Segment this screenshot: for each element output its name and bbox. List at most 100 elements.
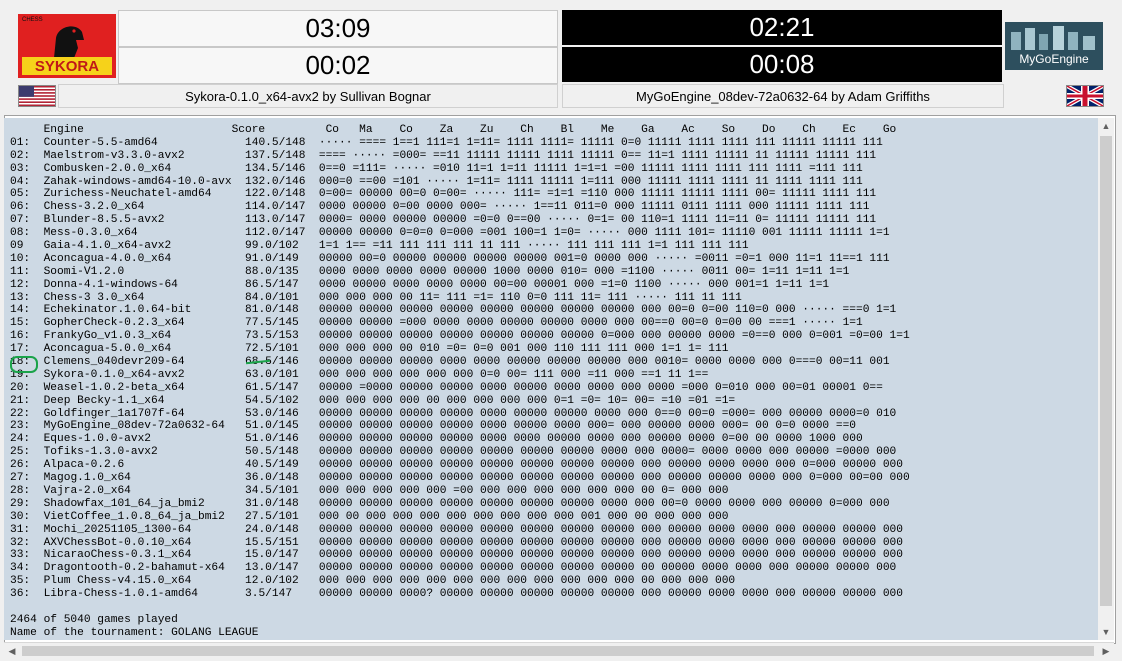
row-rank: 26: xyxy=(10,459,31,472)
row-results: 000 000 000 00 010 =0= 0=0 001 000 110 1… xyxy=(318,343,729,356)
table-row: 24: Eques-1.0.0-avx2 51.0/146 00000 0000… xyxy=(10,433,910,446)
crosstable-panel[interactable]: Engine Score Co Ma Co Za Zu Ch Bl Me Ga … xyxy=(4,118,1098,640)
table-row: 13: Chess-3 3.0_x64 84.0/101 000 000 000… xyxy=(10,292,910,305)
row-rank: 22: xyxy=(10,407,31,420)
table-row: 14: Echekinator.1.0.64-bit 81.0/148 0000… xyxy=(10,304,910,317)
sykora-logo-subtext: CHESS xyxy=(22,17,43,23)
row-score: 77.5/145 xyxy=(245,317,299,330)
horizontal-scroll-thumb[interactable] xyxy=(22,646,1094,656)
table-row: 01: Counter-5.5-amd64 140.5/148 ····· ==… xyxy=(10,137,910,150)
horizontal-scrollbar[interactable]: ◀ ▶ xyxy=(4,642,1114,659)
row-engine-name: Zurichess-Neuchatel-amd64 xyxy=(43,188,212,201)
row-engine-name: Eques-1.0.0-avx2 xyxy=(43,433,152,446)
row-score: 15.0/147 xyxy=(245,549,299,562)
row-results: 00000 00000 =000 0000 0000 00000 00000 0… xyxy=(318,317,863,330)
row-engine-name: Tofiks-1.3.0-avx2 xyxy=(43,446,158,459)
table-row: 31: Mochi_20251105_1300-64 24.0/148 0000… xyxy=(10,524,910,537)
row-rank: 23: xyxy=(10,420,31,433)
table-row: 34: Dragontooth-0.2-bahamut-x64 13.0/147… xyxy=(10,562,910,575)
vertical-scroll-thumb[interactable] xyxy=(1100,136,1112,606)
table-row: 11: Soomi-V1.2.0 88.0/135 0000 0000 0000… xyxy=(10,266,910,279)
scroll-left-icon[interactable]: ◀ xyxy=(4,643,20,659)
row-score: 84.0/101 xyxy=(245,291,299,304)
row-score: 54.5/102 xyxy=(245,394,299,407)
table-row: 05: Zurichess-Neuchatel-amd64 122.0/148 … xyxy=(10,188,910,201)
table-row: 26: Alpaca-0.2.6 40.5/149 00000 00000 00… xyxy=(10,459,910,472)
row-rank: 06: xyxy=(10,201,31,214)
row-rank: 02: xyxy=(10,149,31,162)
row-rank: 33: xyxy=(10,549,31,562)
highlight-circle-annotation xyxy=(10,356,38,373)
table-row: 20: Weasel-1.0.2-beta_x64 61.5/147 00000… xyxy=(10,382,910,395)
row-score: 122.0/148 xyxy=(245,188,306,201)
sykora-logo: SYKORA CHESS xyxy=(18,14,116,78)
table-row: 21: Deep Becky-1.1_x64 54.5/102 000 000 … xyxy=(10,395,910,408)
mygoengine-logo: MyGoEngine xyxy=(1005,22,1103,70)
row-score: 81.0/148 xyxy=(245,304,299,317)
row-results: 00000 00000 00000 00000 00000 00000 0000… xyxy=(318,536,903,549)
row-score: 27.5/101 xyxy=(245,510,299,523)
row-score: 34.5/101 xyxy=(245,484,299,497)
games-played-text: 2464 of 5040 games played xyxy=(10,613,178,626)
crosstable-text: Engine Score Co Ma Co Za Zu Ch Bl Me Ga … xyxy=(10,124,910,640)
row-engine-name: Aconcagua-4.0.0_x64 xyxy=(43,252,172,265)
row-results: 000 000 000 000 00 000 000 000 000 0=1 =… xyxy=(318,394,736,407)
row-engine-name: NicaraoChess-0.3.1_x64 xyxy=(43,549,192,562)
row-score: 91.0/149 xyxy=(245,252,299,265)
right-main-clock: 02:21 xyxy=(562,10,1002,45)
table-row: 29: Shadowfax_101_64_ja_bmi2 31.0/148 00… xyxy=(10,498,910,511)
row-engine-name: Dragontooth-0.2-bahamut-x64 xyxy=(43,562,225,575)
table-row: 33: NicaraoChess-0.3.1_x64 15.0/147 0000… xyxy=(10,549,910,562)
row-engine-name: Magog.1.0_x64 xyxy=(43,472,131,485)
row-rank: 15: xyxy=(10,317,31,330)
scroll-down-icon[interactable]: ▼ xyxy=(1098,624,1114,640)
opponent-columns-header: Co Ma Co Za Zu Ch Bl Me Ga Ac So Do Ch E… xyxy=(325,124,897,136)
row-results: 00000 00000 00000 00000 00000 00000 0000… xyxy=(318,549,903,562)
row-rank: 13: xyxy=(10,291,31,304)
row-results: 0000= 0000 00000 00000 =0=0 0==00 ····· … xyxy=(318,214,877,227)
row-engine-name: Counter-5.5-amd64 xyxy=(43,136,158,149)
row-results: 00000 00000 00000 00000 00000 00000 0000… xyxy=(318,472,910,485)
table-row: 15: GopherCheck-0.2.3_x64 77.5/145 00000… xyxy=(10,317,910,330)
row-results: 00000 00000 00000 00000 00000 00000 0000… xyxy=(318,523,903,536)
row-engine-name: Sykora-0.1.0_x64-avx2 xyxy=(43,368,185,381)
row-rank: 20: xyxy=(10,381,31,394)
row-results: 000 000 000 00 11= 111 =1= 110 0=0 111 1… xyxy=(318,291,742,304)
table-row: 36: Libra-Chess-1.0.1-amd64 3.5/147 0000… xyxy=(10,588,910,601)
left-main-clock: 03:09 xyxy=(118,10,558,47)
table-row: 08: Mess-0.3.0_x64 112.0/147 00000 00000… xyxy=(10,227,910,240)
row-engine-name: Combusken-2.0.0_x64 xyxy=(43,162,172,175)
row-rank: 21: xyxy=(10,394,31,407)
table-row: 23: MyGoEngine_08dev-72a0632-64 51.0/145… xyxy=(10,420,910,433)
row-results: 00000 00000 00000 0000 0000 00000 00000 … xyxy=(318,356,890,369)
row-results: 000 000 000 000 000 =00 000 000 000 000 … xyxy=(318,484,729,497)
row-engine-name: FrankyGo_v1.0.3_x64 xyxy=(43,330,172,343)
engine-column-header: Engine xyxy=(43,124,84,136)
right-engine-name: MyGoEngine_08dev-72a0632-64 by Adam Grif… xyxy=(562,84,1004,108)
row-score: 113.0/147 xyxy=(245,214,306,227)
row-engine-name: Shadowfax_101_64_ja_bmi2 xyxy=(43,497,205,510)
row-results: 00000 00000 00000 00000 00000 00000 0000… xyxy=(318,497,890,510)
row-rank: 14: xyxy=(10,304,31,317)
uk-flag-icon xyxy=(1066,85,1104,107)
row-score: 137.5/148 xyxy=(245,149,306,162)
row-score: 140.5/148 xyxy=(245,136,306,149)
row-rank: 16: xyxy=(10,330,31,343)
sykora-logo-text: SYKORA xyxy=(34,58,100,75)
row-results: 00000 00000 0=0=0 0=000 =001 100=1 1=0= … xyxy=(318,227,890,240)
row-results: 0000 0000 0000 0000 00000 1000 0000 010=… xyxy=(318,265,850,278)
row-rank: 36: xyxy=(10,588,31,601)
table-row: 28: Vajra-2.0_x64 34.5/101 000 000 000 0… xyxy=(10,485,910,498)
table-row: 02: Maelstrom-v3.3.0-avx2 137.5/148 ====… xyxy=(10,150,910,163)
scroll-right-icon[interactable]: ▶ xyxy=(1098,643,1114,659)
row-engine-name: Weasel-1.0.2-beta_x64 xyxy=(43,381,185,394)
vertical-scrollbar[interactable]: ▲ ▼ xyxy=(1098,118,1114,640)
row-results: 0==0 =111= ····· =010 11=1 1=11 11111 1=… xyxy=(318,162,863,175)
table-row: 22: Goldfinger_1a1707f-64 53.0/146 00000… xyxy=(10,408,910,421)
row-score: 134.5/146 xyxy=(245,162,306,175)
row-score: 51.0/146 xyxy=(245,433,299,446)
row-engine-name: Clemens_040devr209-64 xyxy=(43,356,185,369)
row-results: 00000 00000 00000 00000 00000 00000 0000… xyxy=(318,330,910,343)
row-rank: 05: xyxy=(10,188,31,201)
scroll-up-icon[interactable]: ▲ xyxy=(1098,118,1114,134)
